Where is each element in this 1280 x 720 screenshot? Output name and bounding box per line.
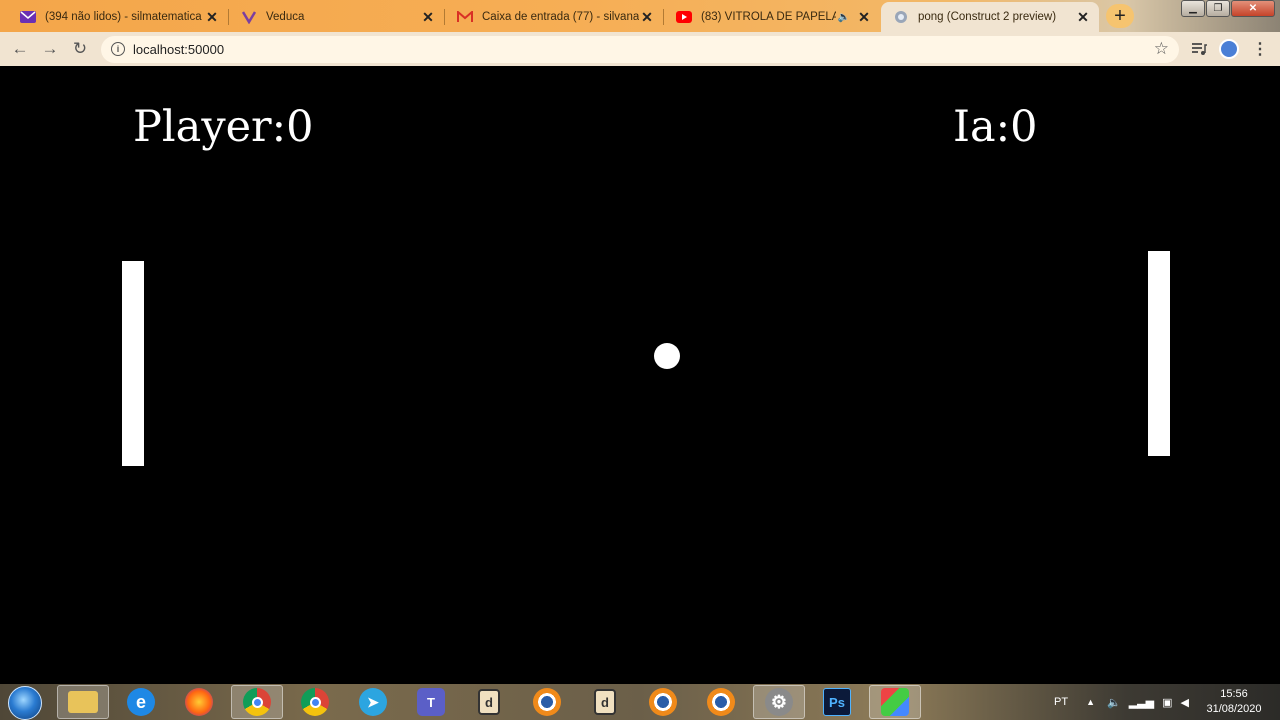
pong-game-canvas[interactable]: Player:0 Ia:0: [0, 66, 1280, 684]
network-signal-icon[interactable]: ▂▃▅: [1129, 696, 1154, 709]
tab-yahoo-mail[interactable]: (394 não lidos) - silmatematica ✕: [8, 2, 228, 32]
telegram-icon: ➤: [359, 688, 387, 716]
ie-icon: e: [127, 688, 155, 716]
tab-veduca[interactable]: Veduca ✕: [229, 2, 444, 32]
maximize-icon[interactable]: ❐: [1206, 0, 1230, 17]
minimize-icon[interactable]: ▁: [1181, 0, 1205, 17]
volume-icon[interactable]: 🔈: [1107, 696, 1121, 709]
address-url: localhost:50000: [133, 42, 225, 57]
taskbar-app-blender-2[interactable]: [637, 685, 689, 719]
taskbar-app-construct[interactable]: d: [463, 685, 515, 719]
tab-strip: (394 não lidos) - silmatematica ✕ Veduca…: [0, 0, 1280, 32]
tab-pong[interactable]: pong (Construct 2 preview) ✕: [881, 2, 1099, 32]
clock-time: 15:56: [1220, 688, 1248, 700]
photoshop-icon: Ps: [823, 688, 851, 716]
language-indicator[interactable]: PT: [1054, 696, 1068, 708]
ball: [654, 343, 680, 369]
new-tab-button[interactable]: +: [1106, 4, 1134, 28]
construct-icon: d: [478, 689, 500, 715]
menu-dots-icon[interactable]: ⋮: [1250, 38, 1270, 60]
close-tab-icon[interactable]: ✕: [639, 9, 655, 25]
taskbar-app-paint[interactable]: [869, 685, 921, 719]
close-tab-icon[interactable]: ✕: [420, 9, 436, 25]
taskbar-app-blender[interactable]: [521, 685, 573, 719]
profile-avatar[interactable]: [1218, 38, 1240, 60]
clock-date: 31/08/2020: [1206, 703, 1262, 715]
explorer-icon: [68, 691, 98, 713]
system-tray: PT ▲ 🔈 ▂▃▅ ▣ ◀: [1040, 684, 1189, 720]
taskbar-app-ie[interactable]: e: [115, 685, 167, 719]
bookmark-star-icon[interactable]: ☆: [1154, 39, 1169, 59]
taskbar-app-teams[interactable]: T: [405, 685, 457, 719]
youtube-icon: [676, 9, 692, 25]
veduca-icon: [241, 9, 257, 25]
close-tab-icon[interactable]: ✕: [204, 9, 220, 25]
close-tab-icon[interactable]: ✕: [1075, 9, 1091, 25]
player-score: Player:0: [133, 102, 314, 152]
chrome-icon: [243, 688, 271, 716]
chrome-profile-icon: [301, 688, 329, 716]
media-queue-icon[interactable]: [1188, 38, 1210, 60]
windows-taskbar: e ➤ T d d ⚙ Ps PT ▲ 🔈 ▂▃▅ ▣ ◀ 15:56 31/0…: [0, 684, 1280, 720]
show-hidden-icons-icon[interactable]: ▲: [1086, 697, 1095, 707]
browser-toolbar: ← → ↻ i localhost:50000 ☆ ⋮: [0, 32, 1280, 66]
taskbar-app-photoshop[interactable]: Ps: [811, 685, 863, 719]
firefox-icon: [185, 688, 213, 716]
blender-icon: [533, 688, 561, 716]
player-paddle: [122, 261, 144, 466]
tab-title: Veduca: [266, 11, 305, 23]
taskbar-app-blender-3[interactable]: [695, 685, 747, 719]
gmail-icon: [457, 9, 473, 25]
tab-title: (394 não lidos) - silmatematica: [45, 11, 202, 23]
reload-icon[interactable]: ↻: [69, 38, 91, 60]
construct-icon: [893, 9, 909, 25]
paint-icon: [881, 688, 909, 716]
taskbar-app-telegram[interactable]: ➤: [347, 685, 399, 719]
window-close-icon[interactable]: ✕: [1231, 0, 1275, 17]
taskbar-app-settings[interactable]: ⚙: [753, 685, 805, 719]
tab-title: Caixa de entrada (77) - silvana.a: [482, 11, 639, 23]
info-icon[interactable]: i: [111, 42, 125, 56]
taskbar-app-explorer[interactable]: [57, 685, 109, 719]
system-clock[interactable]: 15:56 31/08/2020: [1196, 687, 1272, 717]
blender-icon: [707, 688, 735, 716]
settings-icon: ⚙: [765, 688, 793, 716]
taskbar-app-chrome[interactable]: [231, 685, 283, 719]
blender-icon: [649, 688, 677, 716]
yahoo-mail-icon: [20, 9, 36, 25]
taskbar-app-firefox[interactable]: [173, 685, 225, 719]
address-bar[interactable]: i localhost:50000 ☆: [101, 36, 1179, 63]
ai-paddle: [1148, 251, 1170, 456]
speaker-icon[interactable]: 🔈: [836, 9, 852, 25]
construct-icon: d: [594, 689, 616, 715]
windows-start-button[interactable]: [8, 686, 42, 720]
back-arrow-icon[interactable]: ←: [9, 38, 31, 60]
tab-title: pong (Construct 2 preview): [918, 11, 1057, 23]
tab-title: (83) VITROLA DE PAPELÃO: [701, 11, 836, 23]
teams-icon: T: [417, 688, 445, 716]
taskbar-app-construct-2[interactable]: d: [579, 685, 631, 719]
window-controls: ▁ ❐ ✕: [1181, 0, 1276, 18]
network-icon[interactable]: ▣: [1162, 696, 1172, 709]
tab-gmail[interactable]: Caixa de entrada (77) - silvana.a ✕: [445, 2, 663, 32]
forward-arrow-icon[interactable]: →: [39, 38, 61, 60]
taskbar-app-chrome-profile[interactable]: [289, 685, 341, 719]
speaker-muted-icon[interactable]: ◀: [1180, 696, 1188, 709]
ai-score: Ia:0: [953, 102, 1038, 152]
tab-youtube[interactable]: (83) VITROLA DE PAPELÃO 🔈 ✕: [664, 2, 880, 32]
close-tab-icon[interactable]: ✕: [856, 9, 872, 25]
